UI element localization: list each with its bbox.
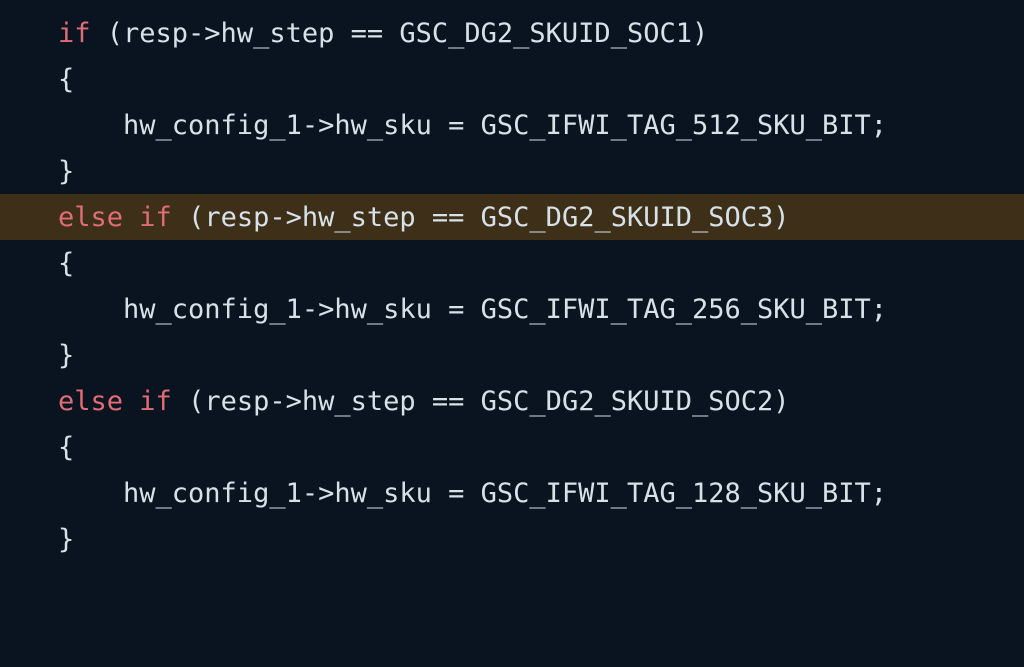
keyword: else: [58, 202, 123, 233]
code-text: }: [58, 156, 74, 187]
code-line[interactable]: }: [0, 148, 1024, 194]
keyword: if: [139, 386, 172, 417]
code-line[interactable]: hw_config_1->hw_sku = GSC_IFWI_TAG_256_S…: [0, 286, 1024, 332]
code-token: [123, 386, 139, 417]
code-text: hw_config_1->hw_sku = GSC_IFWI_TAG_256_S…: [58, 294, 887, 325]
code-text: {: [58, 432, 74, 463]
code-line[interactable]: }: [0, 516, 1024, 562]
code-line[interactable]: {: [0, 56, 1024, 102]
code-text: hw_config_1->hw_sku = GSC_IFWI_TAG_512_S…: [58, 110, 887, 141]
keyword: if: [139, 202, 172, 233]
code-text: }: [58, 524, 74, 555]
code-text: hw_config_1->hw_sku = GSC_IFWI_TAG_128_S…: [58, 478, 887, 509]
code-text: }: [58, 340, 74, 371]
code-token: (resp->hw_step == GSC_DG2_SKUID_SOC3): [172, 202, 790, 233]
code-line[interactable]: {: [0, 240, 1024, 286]
code-token: (resp->hw_step == GSC_DG2_SKUID_SOC1): [91, 18, 709, 49]
code-text: {: [58, 248, 74, 279]
code-line[interactable]: else if (resp->hw_step == GSC_DG2_SKUID_…: [0, 378, 1024, 424]
code-line[interactable]: else if (resp->hw_step == GSC_DG2_SKUID_…: [0, 194, 1024, 240]
code-line[interactable]: hw_config_1->hw_sku = GSC_IFWI_TAG_128_S…: [0, 470, 1024, 516]
code-line[interactable]: {: [0, 424, 1024, 470]
code-token: (resp->hw_step == GSC_DG2_SKUID_SOC2): [172, 386, 790, 417]
keyword: if: [58, 18, 91, 49]
code-token: [123, 202, 139, 233]
code-editor[interactable]: if (resp->hw_step == GSC_DG2_SKUID_SOC1)…: [0, 0, 1024, 562]
code-text: {: [58, 64, 74, 95]
code-line[interactable]: }: [0, 332, 1024, 378]
code-line[interactable]: hw_config_1->hw_sku = GSC_IFWI_TAG_512_S…: [0, 102, 1024, 148]
keyword: else: [58, 386, 123, 417]
code-line[interactable]: if (resp->hw_step == GSC_DG2_SKUID_SOC1): [0, 10, 1024, 56]
